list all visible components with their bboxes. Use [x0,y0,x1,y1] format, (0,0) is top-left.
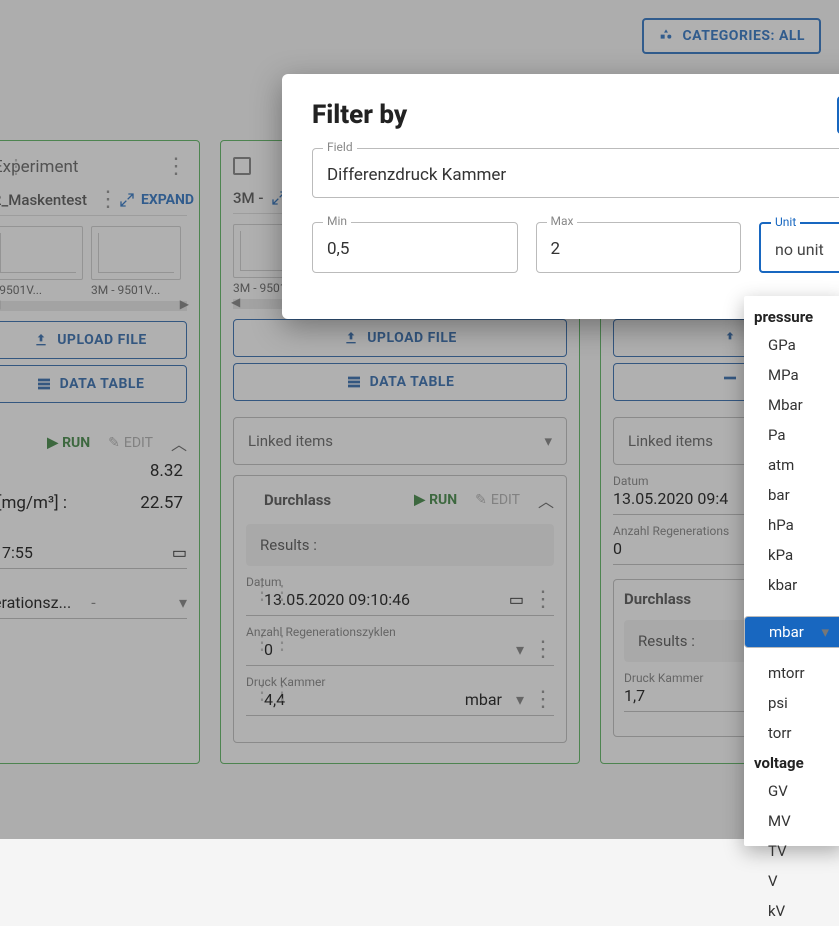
calendar-icon[interactable]: ▭ [172,543,187,562]
dropdown-group: pressure [744,302,839,330]
more-icon[interactable]: ⋮ [97,193,119,207]
thumb[interactable]: 3M - 9501V... [91,226,181,297]
results-box: Results : [246,524,554,566]
drag-handle-icon[interactable]: ⋮⋮ [252,680,292,704]
drag-handle-icon[interactable]: ⋮⋮ [252,630,292,654]
time-value: 17:55 [0,543,33,562]
unit-option[interactable]: hPa [744,510,839,540]
categories-chip[interactable]: CATEGORIES: ALL [642,18,821,54]
run-button[interactable]: RUN [47,435,90,451]
unit-option[interactable]: TV [744,836,839,866]
thumb-scroll[interactable] [0,301,187,311]
edit-button[interactable]: EDIT [108,435,153,451]
dropdown-group: voltage [744,748,839,776]
field-input[interactable] [327,165,839,185]
field-input-wrap: Field [312,148,839,198]
categories-label: CATEGORIES: ALL [682,28,805,44]
card-type: Experiment [0,157,157,177]
regen-trunc: erationsz... [0,593,71,612]
modal-title: Filter by [312,100,839,130]
card-title: 3M - [233,189,263,207]
druck-value[interactable]: 4,4 [264,690,285,709]
chevron-down-icon[interactable]: ▾ [516,640,524,659]
linked-items-select[interactable]: Linked items [233,417,567,465]
unit-option[interactable]: atm [744,450,839,480]
datum-value: 13.05.2020 09:10:46 [264,590,410,609]
run-button[interactable]: RUN [414,492,457,508]
upload-button[interactable]: UPLOAD FILE [0,321,187,359]
chevron-down-icon[interactable]: ▾ [516,690,524,709]
drag-handle-icon[interactable]: ⋮⋮ [252,580,292,604]
unit-option[interactable]: MV [744,806,839,836]
upload-button[interactable]: UPLOAD FILE [233,319,567,357]
data-table-button[interactable]: DATA TABLE [0,365,187,403]
unit-option[interactable]: torr [744,718,839,748]
durchlass-panel: ⋮⋮ Durchlass RUN EDIT ︿ Results : ⋮⋮ Dat… [233,475,567,743]
durchlass-panel: RUN EDIT ︿ 8.32 [mg/m³] :22.57 17:55 ▭ e… [0,431,187,619]
unit-option[interactable]: MPa [744,360,839,390]
more-icon[interactable]: ⋮ [532,593,554,607]
unit-option[interactable]: bar [744,480,839,510]
collapse-icon[interactable]: ︿ [538,488,554,512]
filter-modal: Filter by Field Min Max Unit no unit [282,74,839,319]
edit-button[interactable]: EDIT [475,492,520,508]
calendar-icon[interactable]: ▭ [509,590,524,609]
unit-option[interactable]: kbar [744,570,839,600]
more-icon[interactable]: ⋮ [165,160,187,174]
experiment-card: Experiment ⋮ 2_Maskentest ⋮ EXPAND - 950… [0,140,200,764]
max-input-wrap: Max [536,222,742,273]
card-title: 2_Maskentest [0,191,87,209]
unit-option[interactable]: V [744,866,839,896]
unit-option[interactable]: Pa [744,420,839,450]
unit-option[interactable]: mbar [744,616,839,648]
checkbox[interactable] [233,157,251,175]
thumb[interactable]: - 9501V... [0,226,83,297]
unit-option[interactable]: GPa [744,330,839,360]
more-icon[interactable]: ⋮ [532,693,554,707]
max-input[interactable] [551,239,727,259]
unit-option[interactable]: kV [744,896,839,926]
collapse-icon[interactable]: ︿ [171,431,187,455]
unit-option[interactable]: Mbar [744,390,839,420]
chevron-down-icon[interactable]: ▾ [179,593,187,612]
unit-select[interactable]: Unit no unit [759,222,839,273]
data-table-button[interactable]: DATA TABLE [233,363,567,401]
unit-dropdown: pressure GPaMPaMbarPaatmbarhPakPakbar mba… [744,296,839,846]
unit-option[interactable]: psi [744,688,839,718]
min-input[interactable] [327,239,503,259]
more-icon[interactable]: ⋮ [532,643,554,657]
unit-option[interactable]: mtorr [744,658,839,688]
min-input-wrap: Min [312,222,518,273]
unit-option[interactable]: GV [744,776,839,806]
drag-handle-icon[interactable]: ⋮⋮ [0,154,26,178]
unit-option[interactable]: kPa [744,540,839,570]
expand-button[interactable]: EXPAND [119,192,194,208]
regen-value: 0 [264,640,273,659]
